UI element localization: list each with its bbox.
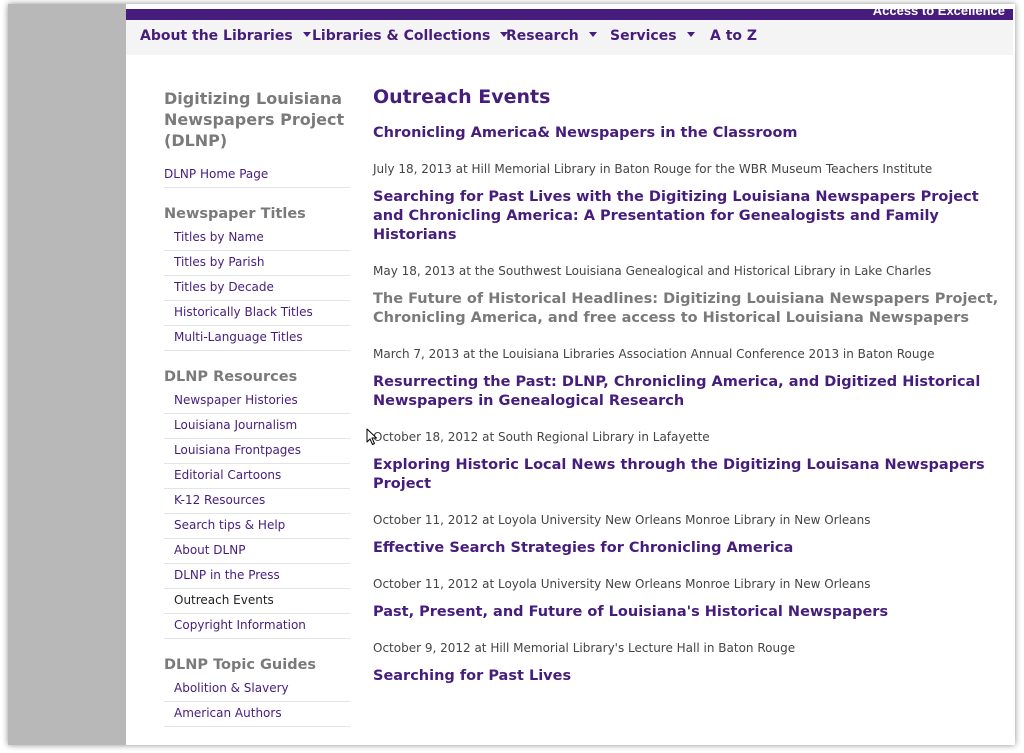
event-title-link[interactable]: Effective Search Strategies for Chronicl… [373, 539, 1009, 558]
sidebar: Digitizing Louisiana Newspapers Project … [164, 88, 350, 727]
sidebar-item-current[interactable]: Outreach Events [164, 589, 350, 614]
sidebar-item[interactable]: Titles by Decade [164, 276, 350, 301]
sidebar-home-link[interactable]: DLNP Home Page [164, 163, 350, 188]
sidebar-item[interactable]: Multi-Language Titles [164, 326, 350, 351]
web-page: Access to Excellence About the Libraries… [126, 4, 1015, 745]
event-description: October 11, 2012 at Loyola University Ne… [373, 577, 871, 591]
sidebar-item[interactable]: Copyright Information [164, 614, 350, 639]
nav-services[interactable]: Services [610, 28, 695, 48]
caret-down-icon [302, 32, 311, 37]
sidebar-item[interactable]: Editorial Cartoons [164, 464, 350, 489]
event-title-link[interactable]: Exploring Historic Local News through th… [373, 456, 1009, 494]
event-item: Resurrecting the Past: DLNP, Chronicling… [373, 373, 1009, 445]
event-description: October 9, 2012 at Hill Memorial Library… [373, 641, 796, 655]
sidebar-item[interactable]: Historically Black Titles [164, 301, 350, 326]
sidebar-item[interactable]: Search tips & Help [164, 514, 350, 539]
sidebar-item[interactable]: Louisiana Journalism [164, 414, 350, 439]
event-description: October 11, 2012 at Loyola University Ne… [373, 513, 871, 527]
sidebar-item[interactable]: K-12 Resources [164, 489, 350, 514]
nav-about-the-libraries[interactable]: About the Libraries [140, 28, 311, 48]
event-description: March 7, 2013 at the Louisiana Libraries… [373, 347, 935, 361]
event-title: The Future of Historical Headlines: Digi… [373, 291, 999, 326]
event-title-link[interactable]: Searching for Past Lives [373, 667, 1009, 686]
page-title: Outreach Events [373, 86, 551, 108]
event-title-link[interactable]: Chronicling America& Newspapers in the C… [373, 124, 1009, 143]
browser-frame: Access to Excellence About the Libraries… [8, 4, 1015, 745]
sidebar-item[interactable]: Newspaper Histories [164, 389, 350, 414]
sidebar-title: Digitizing Louisiana Newspapers Project … [164, 89, 345, 150]
event-title-link[interactable]: Past, Present, and Future of Louisiana's… [373, 603, 1009, 622]
main-content: Outreach Events Chronicling America& New… [373, 84, 1009, 697]
event-item: Effective Search Strategies for Chronicl… [373, 539, 1009, 592]
caret-down-icon [588, 32, 597, 37]
event-description: July 18, 2013 at Hill Memorial Library i… [373, 162, 933, 176]
sidebar-item[interactable]: About DLNP [164, 539, 350, 564]
main-nav: About the Libraries Libraries & Collecti… [126, 20, 1013, 55]
mouse-pointer-icon [366, 428, 377, 445]
event-description: October 18, 2012 at South Regional Libra… [373, 430, 710, 444]
event-item: Past, Present, and Future of Louisiana's… [373, 603, 1009, 656]
sidebar-item[interactable]: Louisiana Frontpages [164, 439, 350, 464]
nav-a-to-z[interactable]: A to Z [710, 28, 757, 48]
caret-down-icon [686, 32, 695, 37]
event-item: Exploring Historic Local News through th… [373, 456, 1009, 528]
event-item: The Future of Historical Headlines: Digi… [373, 290, 1009, 362]
sidebar-item[interactable]: Titles by Name [164, 226, 350, 251]
sidebar-item[interactable]: Titles by Parish [164, 251, 350, 276]
event-item: Searching for Past Lives with the Digiti… [373, 188, 1009, 279]
nav-research[interactable]: Research [506, 28, 597, 48]
event-item: Chronicling America& Newspapers in the C… [373, 124, 1009, 177]
event-title-link[interactable]: Resurrecting the Past: DLNP, Chronicling… [373, 373, 1009, 411]
sidebar-heading-newspaper-titles: Newspaper Titles [164, 206, 306, 222]
sidebar-item[interactable]: DLNP in the Press [164, 564, 350, 589]
sidebar-item[interactable]: Abolition & Slavery [164, 677, 350, 702]
nav-libraries-collections[interactable]: Libraries & Collections [312, 28, 509, 48]
sidebar-heading-dlnp-resources: DLNP Resources [164, 369, 298, 385]
event-title-link[interactable]: Searching for Past Lives with the Digiti… [373, 188, 1009, 245]
tagline: Access to Excellence [872, 4, 1005, 18]
sidebar-item[interactable]: American Authors [164, 702, 350, 727]
event-item: Searching for Past Lives [373, 667, 1009, 686]
brand-bar: Access to Excellence [126, 4, 1013, 20]
sidebar-heading-dlnp-topic-guides: DLNP Topic Guides [164, 657, 317, 673]
event-description: May 18, 2013 at the Southwest Louisiana … [373, 264, 932, 278]
